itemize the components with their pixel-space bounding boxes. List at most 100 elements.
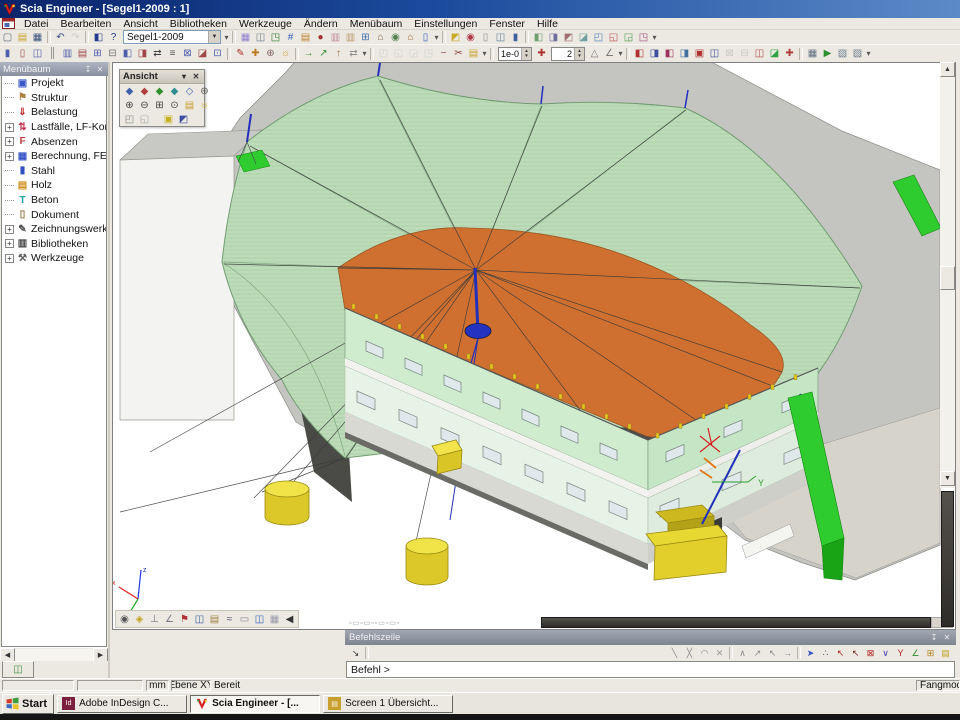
sidebar-item-lastfälle-lf-kombinatior[interactable]: +⇅Lastfälle, LF-Kombinatior — [2, 120, 106, 135]
toolbar-icon[interactable]: ⚑ — [177, 613, 192, 626]
scroll-left-icon[interactable]: ◀ — [282, 613, 297, 626]
toolbar-icon[interactable]: ◈ — [132, 613, 147, 626]
toolbar-icon[interactable]: ⌂ — [373, 31, 388, 44]
close-icon[interactable]: ✕ — [191, 72, 201, 81]
toolbar-icon[interactable]: ◫ — [493, 31, 508, 44]
toolbar-icon[interactable]: ▦ — [805, 47, 820, 60]
toolbar-icon[interactable]: ◧ — [662, 47, 677, 60]
expand-icon[interactable]: + — [5, 239, 14, 248]
snap-mode-icon[interactable]: → — [780, 647, 795, 660]
taskbar-task-scia-engineer[interactable]: Scia Engineer - [... — [190, 695, 320, 713]
toolbar-icon[interactable]: ● — [313, 31, 328, 44]
menu-item-einstellungen[interactable]: Einstellungen — [408, 18, 483, 30]
sidebar-item-beton[interactable]: TBeton — [2, 193, 106, 208]
toolbar-icon[interactable]: ▦ — [267, 613, 282, 626]
mdi-child-icon[interactable] — [2, 18, 15, 29]
mini-toolbar-icon[interactable]: ▫ — [397, 620, 399, 627]
close-icon[interactable]: ✕ — [95, 65, 105, 74]
toolbar-icon[interactable]: ◳ — [268, 31, 283, 44]
toolbar-overflow-icon[interactable]: ▾ — [481, 49, 488, 58]
toolbar-icon[interactable]: ≡ — [165, 47, 180, 60]
toolbar-icon[interactable]: ∠ — [162, 613, 177, 626]
toolbar-icon[interactable]: ⊠ — [722, 47, 737, 60]
open-layer-icon[interactable]: ▤ — [466, 47, 481, 60]
toolbar-icon[interactable]: ◉ — [388, 31, 403, 44]
toolbar-icon[interactable]: ⊡ — [210, 47, 225, 60]
command-run-icon[interactable]: ↘ — [348, 647, 363, 660]
toolbar-icon[interactable]: ◆ — [152, 85, 167, 98]
expand-icon[interactable]: + — [5, 123, 14, 132]
toolbar-icon[interactable]: ↗ — [316, 47, 331, 60]
sidebar-item-berechnung-fe-netz[interactable]: +▦Berechnung, FE-Netz — [2, 149, 106, 164]
toolbar-icon[interactable]: ✚ — [782, 47, 797, 60]
toolbar-icon[interactable]: ▶ — [820, 47, 835, 60]
sidebar-hscrollbar[interactable]: ◀ ▶ — [0, 647, 108, 661]
toolbar-icon[interactable]: ⊞ — [152, 99, 167, 112]
toolbar-icon[interactable]: ◉ — [463, 31, 478, 44]
toolbar-icon[interactable]: ◧ — [531, 31, 546, 44]
menu-item-datei[interactable]: Datei — [18, 18, 55, 30]
snap-mode-icon[interactable]: ✕ — [712, 647, 727, 660]
sidebar-item-dokument[interactable]: ▯Dokument — [2, 207, 106, 222]
toolbar-icon[interactable]: ▣ — [692, 47, 707, 60]
toolbar-icon[interactable]: ║ — [45, 47, 60, 60]
toolbar-icon[interactable]: ◆ — [167, 85, 182, 98]
toolbar-icon[interactable]: ☼ — [197, 99, 212, 112]
menu-item-werkzeuge[interactable]: Werkzeuge — [233, 18, 298, 30]
chevron-down-icon[interactable]: ▼ — [208, 31, 220, 43]
snap-mode-icon[interactable]: ╲ — [667, 647, 682, 660]
toolbar-icon[interactable]: ◫ — [253, 31, 268, 44]
spinner-arrows[interactable]: ▲▼ — [521, 48, 531, 60]
toolbar-overflow-icon[interactable]: ▾ — [651, 33, 658, 42]
toolbar-icon[interactable]: # — [283, 31, 298, 44]
snap-mode-icon[interactable]: ↖ — [848, 647, 863, 660]
mini-toolbar-icon[interactable]: ▫ — [349, 620, 351, 627]
toolbar-icon[interactable]: ◪ — [767, 47, 782, 60]
toolbar-icon[interactable]: ◩ — [561, 31, 576, 44]
toolbar-icon[interactable]: ▨ — [850, 47, 865, 60]
spinner-down-icon[interactable]: ▼ — [575, 53, 584, 59]
toolbar-icon[interactable]: ▮ — [508, 31, 523, 44]
toolbar-icon[interactable]: ⊠ — [180, 47, 195, 60]
toolbar-icon[interactable]: ◳ — [421, 47, 436, 60]
toolbar-icon[interactable]: ◫ — [707, 47, 722, 60]
toolbar-icon[interactable]: ▧ — [835, 47, 850, 60]
mini-toolbar-icon[interactable]: ▫ — [360, 620, 362, 627]
toolbar-icon[interactable]: ◪ — [576, 31, 591, 44]
new-icon[interactable]: ▢ — [0, 31, 15, 44]
save-icon[interactable]: ▦ — [30, 31, 45, 44]
toolbar-overflow-icon[interactable]: ▾ — [617, 49, 624, 58]
toolbar-icon[interactable]: ⊕ — [122, 99, 137, 112]
toolbar-icon[interactable]: ⊞ — [358, 31, 373, 44]
toolbar-icon[interactable]: ◫ — [252, 613, 267, 626]
toolbar-icon[interactable]: △ — [587, 47, 602, 60]
toolbar-icon[interactable]: ⊖ — [137, 99, 152, 112]
viewport-vscrollbar[interactable]: ▲ ▼ — [940, 62, 956, 630]
status-unit[interactable]: mm — [146, 680, 169, 691]
sidebar-item-bibliotheken[interactable]: +▥Bibliotheken — [2, 237, 106, 252]
toolbar-icon[interactable]: ✂ — [451, 47, 466, 60]
toolbar-icon[interactable]: ⊟ — [737, 47, 752, 60]
toolbar-icon[interactable]: ◉ — [117, 613, 132, 626]
toolbar-icon[interactable]: ◰ — [376, 47, 391, 60]
menu-item-bibliotheken[interactable]: Bibliotheken — [164, 18, 233, 30]
menu-item-hilfe[interactable]: Hilfe — [531, 18, 564, 30]
window-icon[interactable]: ◧ — [91, 31, 106, 44]
toolbar-icon[interactable]: ◲ — [406, 47, 421, 60]
snap-mode-icon[interactable]: ↖ — [833, 647, 848, 660]
expand-icon[interactable]: + — [5, 254, 14, 263]
undo-icon[interactable]: ↶ — [53, 31, 68, 44]
toolbar-icon[interactable]: ✎ — [233, 47, 248, 60]
sidebar-item-projekt[interactable]: ▣Projekt — [2, 76, 106, 91]
3d-viewport[interactable]: Y z x — [112, 62, 956, 630]
mini-toolbar-icon[interactable]: ▭ — [378, 619, 385, 627]
snap-mode-icon[interactable]: ∠ — [908, 647, 923, 660]
project-combo[interactable]: Segel1-2009▼ — [123, 30, 221, 44]
chevron-down-icon[interactable]: ▾ — [179, 72, 189, 81]
scroll-down-icon[interactable]: ▼ — [940, 471, 955, 486]
toolbar-icon[interactable]: ∠ — [602, 47, 617, 60]
toolbar-icon[interactable]: ⊞ — [90, 47, 105, 60]
snap-mode-icon[interactable]: ∨ — [878, 647, 893, 660]
snap-mode-icon[interactable]: ∴ — [818, 647, 833, 660]
ansicht-toolbar-header[interactable]: Ansicht ▾ ✕ — [120, 70, 204, 84]
